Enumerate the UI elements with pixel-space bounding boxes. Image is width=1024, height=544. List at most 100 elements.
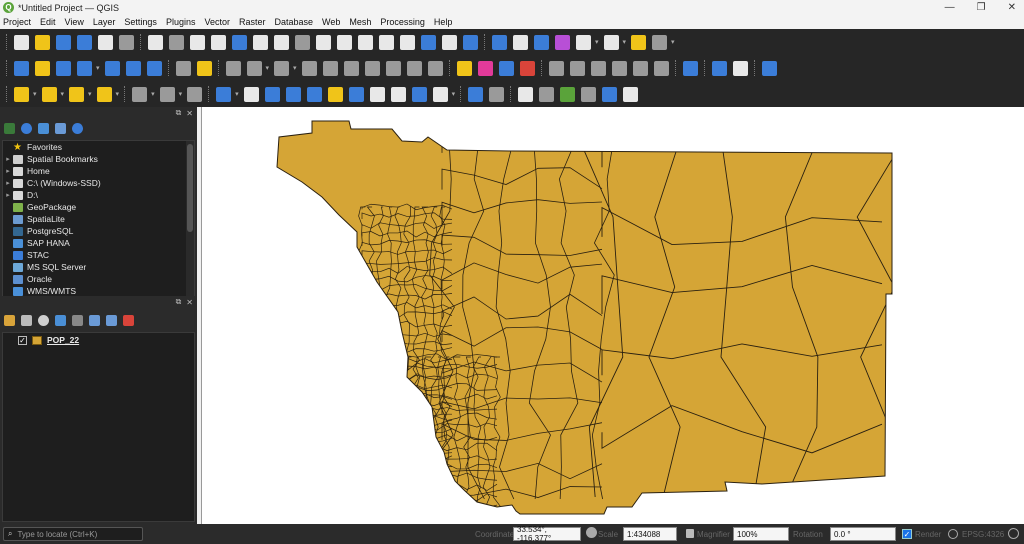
add-polygon-icon[interactable] — [77, 60, 92, 76]
dropdown-arrow-icon[interactable]: ▾ — [595, 38, 599, 46]
zoom-to-selection-icon[interactable] — [253, 34, 268, 50]
undo-icon[interactable] — [406, 60, 422, 76]
magnifier-field[interactable]: 100% — [733, 527, 789, 541]
style-manager-icon[interactable] — [119, 34, 134, 50]
layer-symbol[interactable] — [32, 335, 42, 345]
print-layout-icon[interactable] — [98, 34, 113, 50]
pin-labels-icon[interactable] — [548, 60, 564, 76]
dropdown-arrow-icon[interactable]: ▾ — [266, 64, 270, 72]
cut-features-icon[interactable] — [343, 60, 359, 76]
cursor-select-icon[interactable] — [243, 86, 259, 102]
toggle-editing-icon[interactable] — [196, 60, 212, 76]
menu-database[interactable]: Database — [275, 17, 314, 27]
crs-globe-icon[interactable] — [948, 529, 958, 539]
wrench-icon[interactable] — [623, 86, 639, 102]
expand-arrow-icon[interactable]: ▸ — [3, 191, 13, 199]
layer-item[interactable]: ✓ POP_22 — [3, 333, 194, 347]
menu-web[interactable]: Web — [322, 17, 340, 27]
polygon-tool-icon[interactable] — [159, 86, 175, 102]
scrollbar-thumb[interactable] — [187, 144, 193, 232]
pan-icon[interactable] — [148, 34, 163, 50]
browser-item[interactable]: PostgreSQL — [3, 225, 194, 237]
menu-raster[interactable]: Raster — [239, 17, 266, 27]
browser-item[interactable]: ★ Favorites — [3, 141, 194, 153]
add-group-icon[interactable] — [21, 314, 32, 326]
dropdown-arrow-icon[interactable]: ▾ — [88, 90, 92, 98]
browser-item[interactable]: MS SQL Server — [3, 261, 194, 273]
collapse-all-icon[interactable] — [106, 314, 117, 326]
toolbar-grip[interactable] — [217, 60, 221, 76]
menu-vector[interactable]: Vector — [204, 17, 230, 27]
new-3d-view-icon[interactable] — [379, 34, 394, 50]
transform-icon[interactable] — [539, 86, 555, 102]
plugin-selected-icon[interactable] — [732, 60, 748, 76]
toolbar-grip[interactable] — [448, 60, 452, 76]
python-console-icon[interactable] — [711, 60, 727, 76]
dropdown-arrow-icon[interactable]: ▾ — [33, 90, 37, 98]
field-calculator-icon[interactable] — [534, 34, 549, 50]
expand-all-icon[interactable] — [89, 314, 100, 326]
zoom-full-icon[interactable] — [232, 34, 247, 50]
toolbar-grip[interactable] — [167, 60, 171, 76]
grid-tool-icon[interactable] — [187, 86, 203, 102]
processing-toolbox-icon[interactable] — [682, 60, 698, 76]
preview-dependency-icon[interactable] — [590, 60, 606, 76]
help-icon[interactable] — [761, 60, 777, 76]
toolbar-grip[interactable] — [484, 34, 487, 50]
zoom-next-icon[interactable] — [337, 34, 352, 50]
toolbar-grip[interactable] — [124, 86, 127, 102]
identify-icon[interactable] — [492, 34, 507, 50]
pan-to-selection-icon[interactable] — [169, 34, 184, 50]
zoom-out-icon[interactable] — [211, 34, 226, 50]
dropdown-arrow-icon[interactable]: ▾ — [293, 64, 297, 72]
open-project-icon[interactable] — [35, 34, 50, 50]
node-edit-icon[interactable] — [348, 86, 364, 102]
show-hide-labels-icon[interactable] — [569, 60, 585, 76]
minimize-icon[interactable]: — — [945, 2, 955, 13]
zoom-in-icon[interactable] — [190, 34, 205, 50]
measure-icon[interactable] — [603, 34, 619, 50]
close-panel-icon[interactable]: ✕ — [186, 109, 193, 118]
close-panel-icon[interactable]: ✕ — [186, 298, 193, 307]
browser-item[interactable]: STAC — [3, 249, 194, 261]
html-annotation-icon[interactable] — [432, 86, 448, 102]
expand-arrow-icon[interactable]: ▸ — [3, 155, 13, 163]
copy-features-icon[interactable] — [364, 60, 380, 76]
float-panel-icon[interactable]: ⧉ — [176, 297, 182, 307]
dropdown-arrow-icon[interactable]: ▾ — [671, 38, 675, 46]
refresh-icon[interactable] — [21, 122, 32, 134]
node-add-icon[interactable] — [369, 86, 385, 102]
dropdown-arrow-icon[interactable]: ▾ — [235, 90, 239, 98]
label-abc2-icon[interactable] — [498, 60, 514, 76]
select-features-icon[interactable] — [14, 86, 29, 102]
toolbar-grip[interactable] — [540, 60, 544, 76]
georeference-icon[interactable] — [518, 86, 534, 102]
rotate-label-icon[interactable] — [632, 60, 648, 76]
new-project-icon[interactable] — [14, 34, 29, 50]
change-label-icon[interactable] — [653, 60, 669, 76]
save-as-icon[interactable] — [77, 34, 92, 50]
move-label-icon[interactable] — [611, 60, 627, 76]
menu-processing[interactable]: Processing — [380, 17, 425, 27]
map-tips-icon[interactable] — [652, 34, 668, 50]
edit-pencil-icon[interactable] — [175, 60, 191, 76]
text-icon[interactable] — [390, 86, 406, 102]
toolbar-grip[interactable] — [753, 60, 757, 76]
toolbar-grip[interactable] — [6, 86, 9, 102]
render-checkbox[interactable]: ✓ — [902, 529, 912, 539]
toolbar-grip[interactable] — [140, 34, 143, 50]
image-annotation-icon[interactable] — [411, 86, 427, 102]
style-icon[interactable] — [4, 314, 15, 326]
toolbar-grip[interactable] — [703, 60, 707, 76]
toolbar-grip[interactable] — [460, 86, 463, 102]
text-annotation-icon[interactable] — [216, 86, 232, 102]
gray-tool-icon[interactable] — [581, 86, 597, 102]
zoom-last-icon[interactable] — [316, 34, 331, 50]
add-feature-icon[interactable] — [246, 60, 262, 76]
browser-item[interactable]: Oracle — [3, 273, 194, 285]
save-edits-icon[interactable] — [225, 60, 241, 76]
info-icon[interactable] — [602, 86, 618, 102]
vertex-tool-icon[interactable] — [274, 60, 290, 76]
select-location-icon[interactable] — [96, 86, 112, 102]
maximize-icon[interactable]: ❐ — [977, 2, 986, 13]
